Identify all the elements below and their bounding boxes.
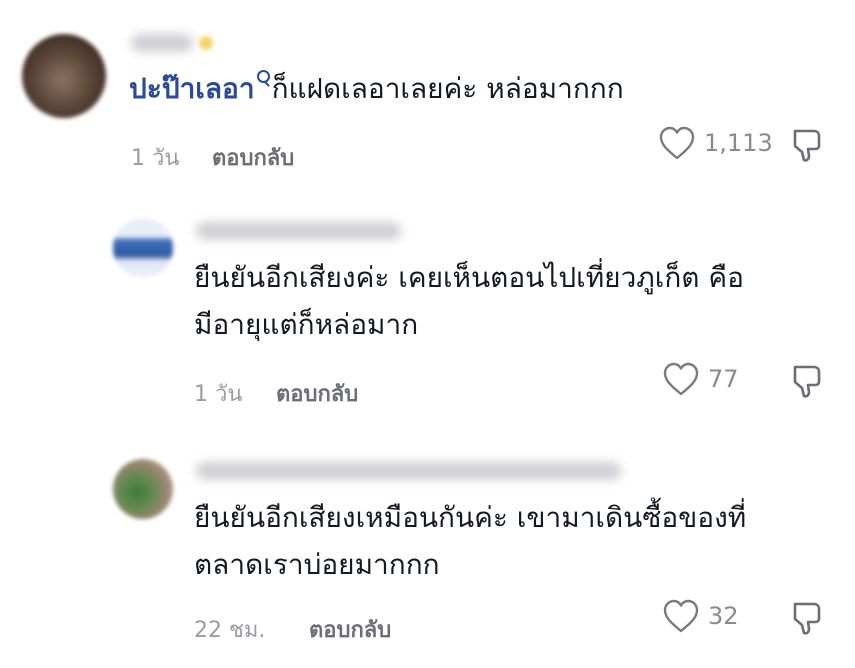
avatar[interactable] bbox=[113, 218, 173, 278]
blurred-username[interactable] bbox=[131, 34, 193, 52]
badge-icon bbox=[199, 36, 213, 50]
avatar[interactable] bbox=[113, 459, 173, 519]
like-count: 77 bbox=[708, 365, 739, 393]
blurred-username[interactable] bbox=[196, 222, 401, 240]
dislike-button[interactable] bbox=[787, 362, 825, 404]
comment-text-line: ยืนยันอีกเสียงค่ะ เคยเห็นตอนไปเที่ยวภูเก… bbox=[194, 261, 744, 294]
comment-text-line: มีอายุแต่ก็หล่อมาก bbox=[194, 308, 419, 341]
blurred-username[interactable] bbox=[196, 462, 621, 480]
avatar[interactable] bbox=[22, 34, 106, 118]
like-button[interactable]: 1,113 bbox=[658, 125, 773, 161]
comment-time: 1 วัน bbox=[194, 382, 243, 407]
thumbs-down-icon bbox=[793, 602, 821, 635]
dislike-button[interactable] bbox=[787, 599, 825, 641]
heart-outline-icon bbox=[659, 126, 695, 160]
like-count: 32 bbox=[708, 602, 739, 630]
reply-button[interactable]: ตอบกลับ bbox=[309, 612, 391, 647]
comment-time: 22 ชม. bbox=[194, 618, 266, 643]
like-count: 1,113 bbox=[704, 129, 773, 157]
search-icon bbox=[256, 70, 270, 86]
like-button[interactable]: 77 bbox=[662, 361, 739, 397]
thumbs-down-icon bbox=[793, 365, 821, 398]
heart-outline-icon bbox=[663, 362, 699, 396]
heart-outline-icon bbox=[663, 599, 699, 633]
comment-text-line: ยืนยันอีกเสียงเหมือนกันค่ะ เขามาเดินซื้อ… bbox=[194, 501, 747, 534]
reply-button[interactable]: ตอบกลับ bbox=[276, 376, 358, 411]
dislike-button[interactable] bbox=[787, 126, 825, 168]
comment-text-line: ตลาดเราบ่อยมากกก bbox=[194, 548, 440, 581]
comment-body: ก็แฝดเลอาเลยค่ะ หล่อมากกก bbox=[271, 72, 624, 105]
like-button[interactable]: 32 bbox=[662, 598, 739, 634]
mention-link[interactable]: ปะป๊าเลอา bbox=[129, 72, 255, 105]
reply-button[interactable]: ตอบกลับ bbox=[212, 140, 294, 175]
comment-time: 1 วัน bbox=[131, 146, 180, 171]
thumbs-down-icon bbox=[793, 129, 821, 162]
comment-text: ปะป๊าเลอา ก็แฝดเลอาเลยค่ะ หล่อมากกก bbox=[129, 68, 624, 110]
